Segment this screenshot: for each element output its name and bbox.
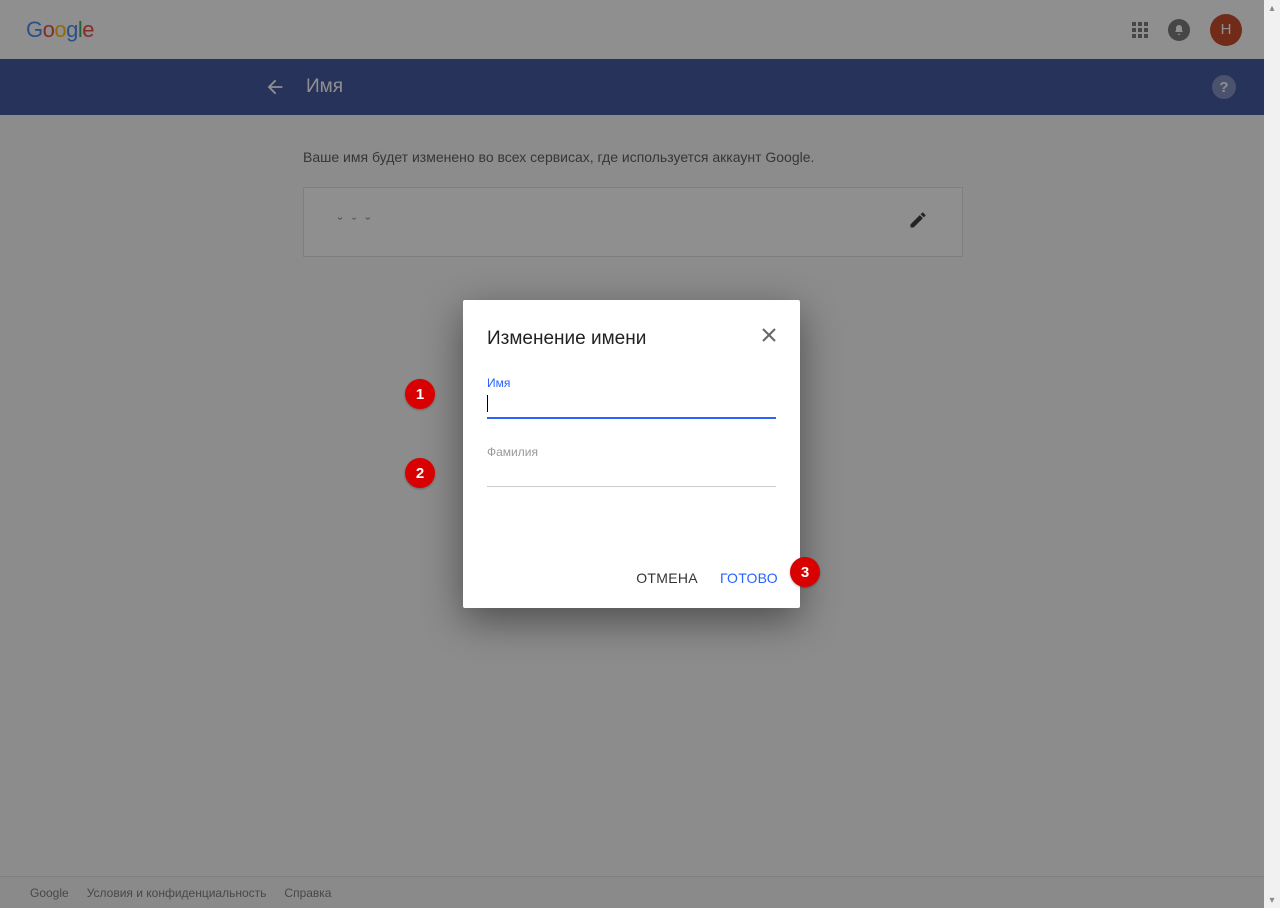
first-name-input[interactable] — [487, 390, 776, 419]
scroll-down-icon[interactable]: ▾ — [1264, 892, 1280, 908]
change-name-dialog: Изменение имени Имя Фамилия ОТМЕНА ГОТОВ… — [463, 300, 800, 608]
cancel-button[interactable]: ОТМЕНА — [636, 570, 698, 586]
scrollbar-track[interactable]: ▴ ▾ — [1264, 0, 1280, 908]
scroll-up-icon[interactable]: ▴ — [1264, 0, 1280, 16]
close-icon[interactable] — [760, 326, 778, 349]
first-name-label: Имя — [487, 376, 776, 390]
annotation-2: 2 — [405, 458, 435, 488]
text-cursor — [487, 395, 488, 412]
dialog-title: Изменение имени — [487, 328, 776, 350]
last-name-input[interactable] — [487, 459, 776, 487]
annotation-3: 3 — [790, 557, 820, 587]
annotation-1: 1 — [405, 379, 435, 409]
last-name-label: Фамилия — [487, 445, 776, 459]
done-button[interactable]: ГОТОВО — [720, 570, 778, 586]
